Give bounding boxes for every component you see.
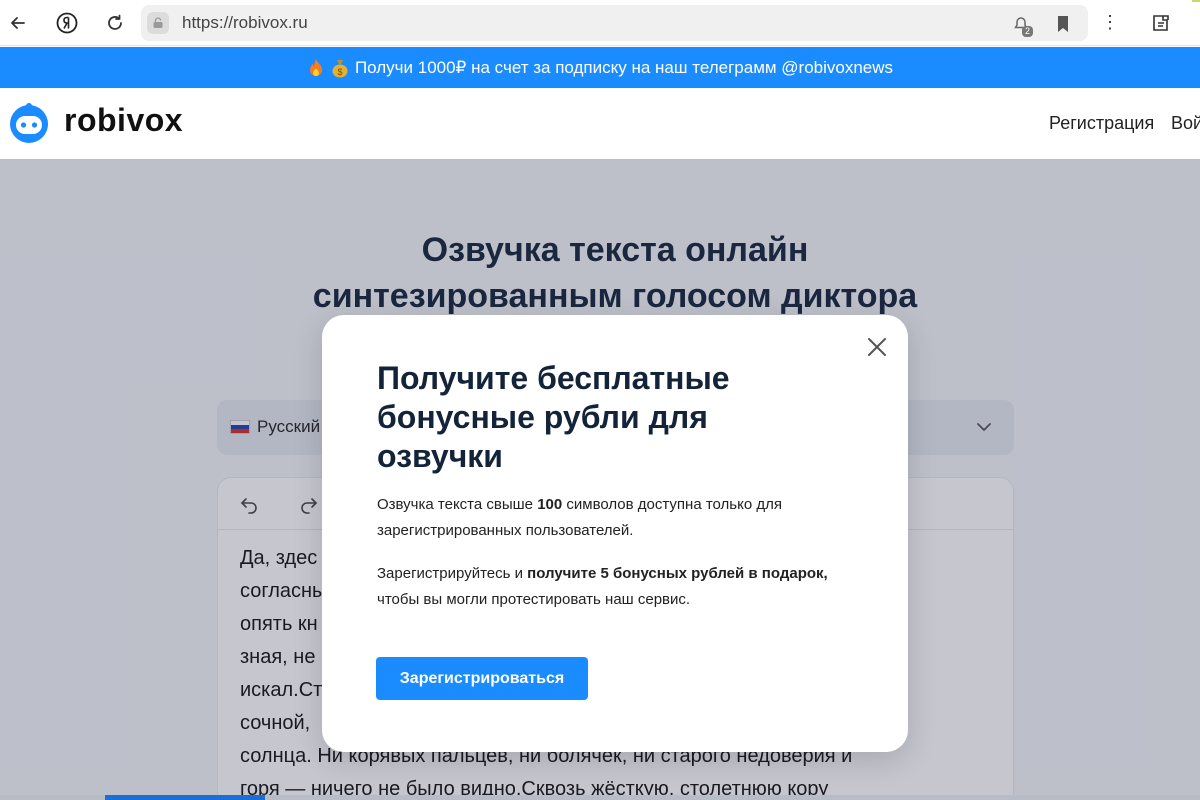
nav-register-link[interactable]: Регистрация bbox=[1049, 113, 1154, 134]
promo-text[interactable]: Получи 1000₽ на счет за подписку на наш … bbox=[355, 58, 893, 78]
browser-toolbar: https://robivox.ru 2 ⋮ bbox=[0, 0, 1200, 46]
reload-icon[interactable] bbox=[100, 8, 130, 38]
address-bar[interactable]: https://robivox.ru 2 bbox=[141, 5, 1088, 41]
yandex-logo-icon[interactable] bbox=[52, 8, 82, 38]
promo-banner[interactable]: $ Получи 1000₽ на счет за подписку на на… bbox=[0, 47, 1200, 88]
bonus-modal: Получите бесплатные бонусные рубли для о… bbox=[322, 315, 908, 752]
extensions-icon[interactable] bbox=[1150, 11, 1174, 35]
notifications-icon[interactable]: 2 bbox=[1009, 13, 1033, 37]
close-icon[interactable] bbox=[862, 332, 892, 362]
modal-description: Озвучка текста свыше 100 символов доступ… bbox=[377, 496, 782, 539]
url-text[interactable]: https://robivox.ru bbox=[182, 13, 308, 33]
register-button[interactable]: Зарегистрироваться bbox=[376, 657, 588, 700]
site-header: robivox Регистрация Вой bbox=[0, 88, 1200, 159]
logo-text[interactable]: robivox bbox=[64, 102, 183, 139]
window-accent bbox=[1192, 0, 1200, 2]
back-arrow-icon[interactable] bbox=[3, 8, 33, 38]
bottom-scroll-indicator[interactable] bbox=[105, 795, 265, 800]
lock-icon[interactable] bbox=[147, 12, 169, 34]
bookmark-icon[interactable] bbox=[1051, 13, 1075, 35]
svg-text:$: $ bbox=[337, 67, 342, 77]
browser-menu-icon[interactable]: ⋮ bbox=[1100, 11, 1120, 33]
nav-login-link[interactable]: Вой bbox=[1171, 113, 1200, 134]
modal-bonus-text: Зарегистрируйтесь и получите 5 бонусных … bbox=[377, 565, 828, 608]
money-bag-icon: $ bbox=[332, 59, 348, 77]
fire-icon bbox=[309, 58, 322, 76]
notifications-count-badge: 2 bbox=[1021, 26, 1033, 37]
robot-logo-icon[interactable] bbox=[8, 102, 50, 144]
modal-title: Получите бесплатные бонусные рубли для о… bbox=[377, 360, 730, 474]
